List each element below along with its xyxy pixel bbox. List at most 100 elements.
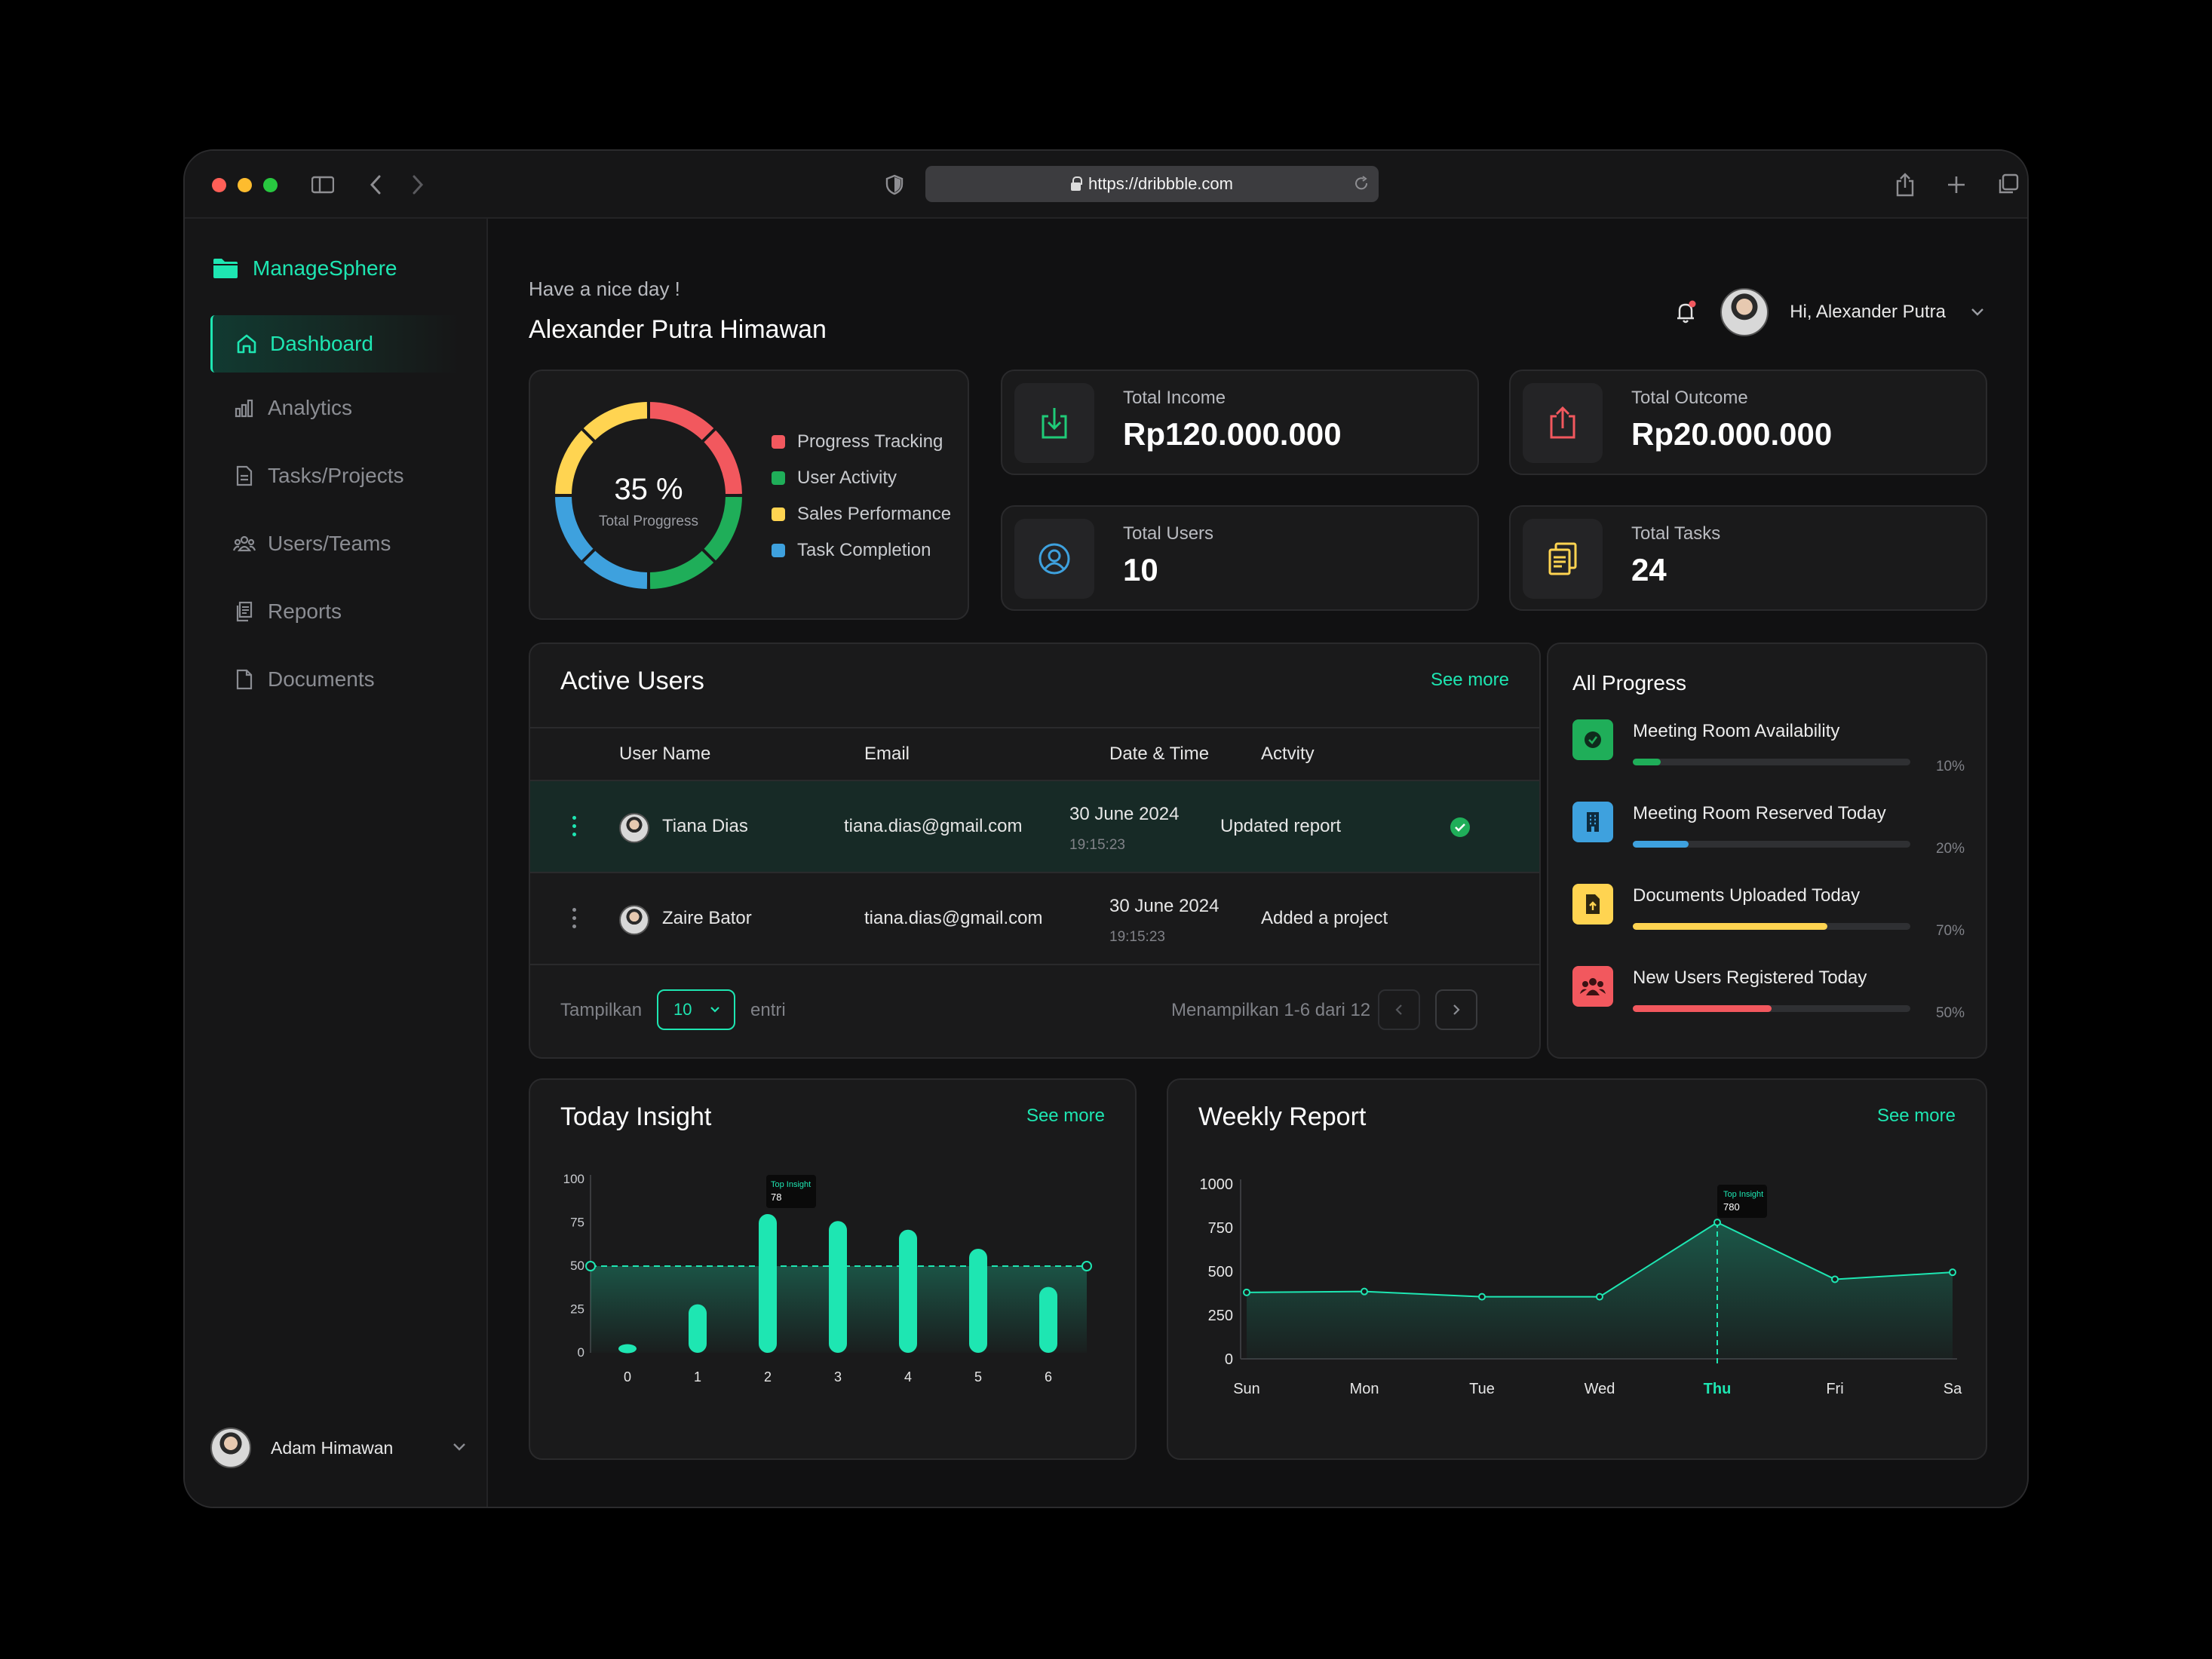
stat-card-tasks[interactable]: Total Tasks 24 <box>1509 505 1987 611</box>
data-point[interactable] <box>1713 1219 1721 1227</box>
progress-label: New Users Registered Today <box>1633 967 1867 988</box>
page-size-select[interactable]: 10 <box>657 989 735 1030</box>
progress-item[interactable]: New Users Registered Today 50% <box>1572 966 1965 1026</box>
reload-icon[interactable] <box>1353 175 1370 192</box>
table-row[interactable]: Tiana Dias tiana.dias@gmail.com 30 June … <box>530 780 1539 872</box>
sidebar-item-label: Documents <box>268 667 375 691</box>
bar[interactable] <box>618 1344 637 1354</box>
x-tick-label: Sa <box>1944 1381 1962 1397</box>
share-icon[interactable] <box>1888 167 1922 202</box>
see-more-link[interactable]: See more <box>1026 1105 1105 1127</box>
bar[interactable] <box>1039 1286 1057 1353</box>
user-email: tiana.dias@gmail.com <box>864 908 1043 928</box>
tooltip-title: Top Insight <box>1723 1190 1763 1199</box>
data-point[interactable] <box>1243 1288 1250 1296</box>
column-header[interactable]: Email <box>864 744 910 765</box>
user-name: Tiana Dias <box>662 816 748 836</box>
sidebar-item-label: Tasks/Projects <box>268 464 404 487</box>
browser-titlebar: https://dribbble.com <box>185 151 2027 219</box>
shield-icon[interactable] <box>877 167 912 202</box>
user-menu[interactable]: Hi, Alexander Putra <box>1674 288 1985 336</box>
new-tab-icon[interactable] <box>1939 167 1974 202</box>
reference-line-marker <box>1081 1261 1092 1271</box>
close-window-button[interactable] <box>212 178 226 192</box>
tooltip: Top Insight 780 <box>1717 1185 1767 1219</box>
data-point[interactable] <box>1361 1287 1368 1296</box>
minimize-window-button[interactable] <box>238 178 252 192</box>
users-icon <box>1572 966 1613 1007</box>
building-icon <box>1572 802 1613 842</box>
back-icon[interactable] <box>358 167 393 202</box>
x-tick-label: 4 <box>904 1369 912 1385</box>
tooltip-title: Top Insight <box>771 1180 811 1189</box>
data-point[interactable] <box>1478 1293 1486 1301</box>
legend-label: Task Completion <box>797 540 931 560</box>
sidebar-item-label: Reports <box>268 600 342 623</box>
progress-fill <box>1633 759 1661 765</box>
bar[interactable] <box>829 1221 847 1353</box>
sidebar: ManageSphere Dashboard Analytics Tasks/P… <box>185 219 488 1507</box>
x-tick-label: 2 <box>764 1369 772 1385</box>
stat-value: 24 <box>1631 552 1667 587</box>
progress-donut-card: 35 % Total Proggress Progress Tracking U… <box>529 370 969 620</box>
address-bar[interactable]: https://dribbble.com <box>925 166 1379 202</box>
maximize-window-button[interactable] <box>263 178 278 192</box>
progress-item[interactable]: Documents Uploaded Today 70% <box>1572 884 1965 944</box>
legend-swatch <box>772 435 785 449</box>
more-options-icon[interactable] <box>572 816 577 839</box>
data-point[interactable] <box>1596 1293 1603 1301</box>
see-more-link[interactable]: See more <box>1431 670 1509 691</box>
chevron-down-icon[interactable] <box>1970 307 1985 317</box>
check-icon <box>1572 719 1613 760</box>
legend-item: User Activity <box>772 468 951 489</box>
user-greeting: Hi, Alexander Putra <box>1790 302 1946 322</box>
main-content: Have a nice day ! Alexander Putra Himawa… <box>488 219 2027 1507</box>
chevron-down-icon <box>710 1007 720 1013</box>
table-row[interactable]: Zaire Bator tiana.dias@gmail.com 30 June… <box>530 872 1539 964</box>
x-tick-label: 6 <box>1045 1369 1052 1385</box>
see-more-link[interactable]: See more <box>1877 1105 1956 1127</box>
sidebar-profile[interactable]: Adam Himawan <box>210 1425 467 1470</box>
x-tick-label: 0 <box>624 1369 631 1385</box>
progress-item[interactable]: Meeting Room Reserved Today 20% <box>1572 802 1965 862</box>
bar[interactable] <box>969 1249 987 1353</box>
next-page-button[interactable] <box>1435 989 1477 1030</box>
x-tick-label: 3 <box>834 1369 842 1385</box>
sidebar-item-tasks[interactable]: Tasks/Projects <box>210 447 459 504</box>
user-icon <box>1014 519 1094 599</box>
stat-label: Total Income <box>1123 388 1226 408</box>
all-progress-card: All Progress Meeting Room Availability 1… <box>1547 642 1987 1059</box>
active-users-card: Active Users See more User Name Email Da… <box>529 642 1541 1059</box>
data-point[interactable] <box>1949 1268 1956 1277</box>
legend-swatch <box>772 471 785 485</box>
stat-card-outcome[interactable]: Total Outcome Rp20.000.000 <box>1509 370 1987 475</box>
sidebar-item-reports[interactable]: Reports <box>210 583 459 640</box>
sidebar-toggle-icon[interactable] <box>305 167 340 202</box>
tooltip-value: 780 <box>1723 1201 1740 1213</box>
more-options-icon[interactable] <box>572 908 577 931</box>
data-point[interactable] <box>1831 1275 1839 1283</box>
chevron-down-icon[interactable] <box>452 1442 467 1452</box>
column-header[interactable]: Actvity <box>1261 744 1315 765</box>
column-header[interactable]: User Name <box>619 744 710 765</box>
bar[interactable] <box>759 1214 777 1353</box>
sidebar-item-dashboard[interactable]: Dashboard <box>210 315 459 373</box>
sidebar-item-users[interactable]: Users/Teams <box>210 515 459 572</box>
sidebar-item-analytics[interactable]: Analytics <box>210 379 459 437</box>
user-email: tiana.dias@gmail.com <box>844 816 1023 836</box>
column-header[interactable]: Date & Time <box>1109 744 1209 765</box>
bar[interactable] <box>899 1229 917 1353</box>
progress-percent: 70% <box>1935 923 1965 939</box>
forward-icon[interactable] <box>400 167 435 202</box>
brand[interactable]: ManageSphere <box>212 256 397 281</box>
bar[interactable] <box>689 1304 707 1353</box>
tab-overview-icon[interactable] <box>1990 167 2025 202</box>
sidebar-item-documents[interactable]: Documents <box>210 651 459 708</box>
donut-segment <box>555 496 648 589</box>
y-tick-label: 0 <box>578 1345 584 1360</box>
bell-icon[interactable] <box>1674 299 1699 325</box>
stat-card-income[interactable]: Total Income Rp120.000.000 <box>1001 370 1479 475</box>
stat-card-users[interactable]: Total Users 10 <box>1001 505 1479 611</box>
progress-item[interactable]: Meeting Room Availability 10% <box>1572 719 1965 780</box>
prev-page-button[interactable] <box>1378 989 1420 1030</box>
